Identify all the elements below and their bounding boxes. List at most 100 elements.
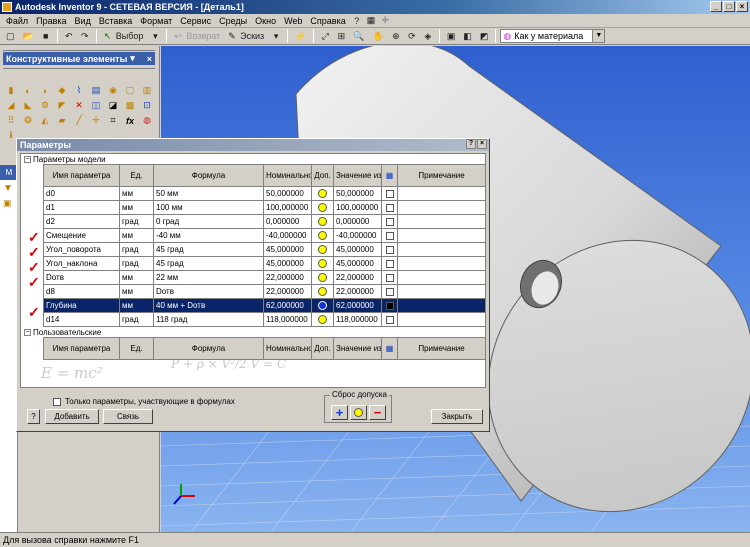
dialog-title-bar[interactable]: Параметры ? × xyxy=(17,139,489,151)
param-export[interactable] xyxy=(381,186,398,201)
param-model-value[interactable]: 100,000000 xyxy=(333,200,382,215)
param-comment[interactable] xyxy=(397,312,485,327)
param-comment[interactable] xyxy=(397,270,485,285)
col-comment[interactable]: Примечание xyxy=(397,164,485,187)
col-name[interactable]: Имя параметра xyxy=(43,337,120,360)
filter-checkbox[interactable] xyxy=(53,397,61,406)
close-icon[interactable]: × xyxy=(147,54,152,64)
sweep-icon[interactable]: ◗ xyxy=(38,84,52,97)
tolerance-dot-icon[interactable] xyxy=(318,189,327,199)
param-export[interactable] xyxy=(381,312,398,327)
param-nominal[interactable]: 22,000000 xyxy=(263,284,312,299)
menu-insert[interactable]: Вставка xyxy=(95,16,136,26)
work-plane-icon[interactable]: ▰ xyxy=(55,114,69,127)
param-export[interactable] xyxy=(381,242,398,257)
pan-icon[interactable]: ✋ xyxy=(370,29,387,43)
loft-icon[interactable]: ◆ xyxy=(55,84,69,97)
param-name[interactable]: d8 xyxy=(43,284,120,299)
col-model-value[interactable]: Значение из модели xyxy=(333,164,382,187)
param-comment[interactable] xyxy=(397,284,485,299)
param-unit[interactable]: мм xyxy=(119,270,154,285)
export-checkbox[interactable] xyxy=(385,217,394,226)
col-formula[interactable]: Формула xyxy=(153,337,264,360)
param-row[interactable]: d1 мм 100 мм 100,000000 100,000000 xyxy=(43,200,485,215)
emboss-icon[interactable]: ▩ xyxy=(123,99,137,112)
export-checkbox[interactable] xyxy=(385,189,394,198)
rotate-icon[interactable]: ⟳ xyxy=(405,29,419,43)
plus-icon[interactable]: ✚ xyxy=(378,14,392,28)
param-tolerance[interactable] xyxy=(311,200,334,215)
split-icon[interactable]: ▥ xyxy=(140,84,154,97)
param-tolerance[interactable] xyxy=(311,186,334,201)
material-select[interactable]: ◍ Как у материала ▼ xyxy=(500,29,606,43)
param-nominal[interactable]: 50,000000 xyxy=(263,186,312,201)
panel-grip[interactable] xyxy=(3,46,155,51)
param-nominal[interactable]: 45,000000 xyxy=(263,242,312,257)
param-model-value[interactable]: 0,000000 xyxy=(333,214,382,229)
col-formula[interactable]: Формула xyxy=(153,164,264,187)
link-button[interactable]: Связь xyxy=(103,409,153,424)
fx-parameters-icon[interactable]: fx xyxy=(123,114,137,127)
param-name[interactable]: d0 xyxy=(43,186,120,201)
col-export-icon[interactable]: ▦ xyxy=(381,164,398,187)
param-formula[interactable]: 45 град xyxy=(153,256,264,271)
rect-pattern-icon[interactable]: ⠿ xyxy=(4,114,18,127)
decal-icon[interactable]: ◪ xyxy=(106,99,120,112)
param-row[interactable]: d0 мм 50 мм 50,000000 50,000000 xyxy=(43,186,485,201)
col-tolerance[interactable]: Доп. xyxy=(311,337,334,360)
param-unit[interactable]: мм xyxy=(119,298,154,313)
param-formula[interactable]: 22 мм xyxy=(153,270,264,285)
param-tolerance[interactable] xyxy=(311,270,334,285)
save-icon[interactable]: ■ xyxy=(39,29,53,43)
export-checkbox[interactable] xyxy=(385,301,394,310)
param-tolerance[interactable] xyxy=(311,242,334,257)
param-unit[interactable]: град xyxy=(119,312,154,327)
filter-checkbox-row[interactable]: Только параметры, участвующие в формулах xyxy=(53,397,235,406)
col-nominal[interactable]: Номинальное значение xyxy=(263,337,312,360)
param-nominal[interactable]: -40,000000 xyxy=(263,228,312,243)
param-unit[interactable]: мм xyxy=(119,200,154,215)
export-checkbox[interactable] xyxy=(385,245,394,254)
grid-icon[interactable]: ▦ xyxy=(364,14,379,28)
col-model-value[interactable]: Значение из модели xyxy=(333,337,382,360)
tolerance-upper-button[interactable]: + xyxy=(331,405,348,420)
param-tolerance[interactable] xyxy=(311,228,334,243)
work-point-icon[interactable]: ✛ xyxy=(89,114,103,127)
col-nominal[interactable]: Номинальное значение xyxy=(263,164,312,187)
tolerance-dot-icon[interactable] xyxy=(318,203,327,213)
collapse-icon[interactable]: − xyxy=(24,156,31,163)
param-export[interactable] xyxy=(381,200,398,215)
help-icon[interactable]: ? xyxy=(350,14,364,28)
param-model-value[interactable]: 22,000000 xyxy=(333,284,382,299)
param-unit[interactable]: мм xyxy=(119,186,154,201)
fillet-icon[interactable]: ◢ xyxy=(4,99,18,112)
param-model-value[interactable]: -40,000000 xyxy=(333,228,382,243)
menu-web[interactable]: Web xyxy=(280,16,306,26)
param-unit[interactable]: град xyxy=(119,256,154,271)
param-nominal[interactable]: 100,000000 xyxy=(263,200,312,215)
export-checkbox[interactable] xyxy=(385,203,394,212)
tolerance-lower-button[interactable]: − xyxy=(369,405,386,420)
param-comment[interactable] xyxy=(397,298,485,313)
hole-icon[interactable]: ◉ xyxy=(106,84,120,97)
export-checkbox[interactable] xyxy=(385,315,394,324)
col-comment[interactable]: Примечание xyxy=(397,337,485,360)
tolerance-dot-icon[interactable] xyxy=(318,273,327,283)
param-row[interactable]: d14 град 118 град 118,000000 118,000000 xyxy=(43,312,485,327)
rib-icon[interactable]: ▤ xyxy=(89,84,103,97)
export-checkbox[interactable] xyxy=(385,231,394,240)
param-row[interactable]: Глубина мм 40 мм + Dотв 62,000000 62,000000 xyxy=(43,298,485,313)
group-user-params[interactable]: − Пользовательские xyxy=(24,328,101,337)
param-formula[interactable]: 0 град xyxy=(153,214,264,229)
extrude-icon[interactable]: ▮ xyxy=(4,84,18,97)
param-tolerance[interactable] xyxy=(311,312,334,327)
collapse-icon[interactable]: − xyxy=(24,329,31,336)
dialog-help-icon[interactable]: ? xyxy=(466,139,476,149)
menu-view[interactable]: Вид xyxy=(71,16,95,26)
back-button[interactable]: ↩ Возврат xyxy=(171,29,223,43)
filter-icon[interactable]: ▼ xyxy=(3,183,13,194)
param-unit[interactable]: град xyxy=(119,242,154,257)
ilogic-icon[interactable]: ◍ xyxy=(140,114,154,127)
param-nominal[interactable]: 22,000000 xyxy=(263,270,312,285)
param-tolerance[interactable] xyxy=(311,284,334,299)
